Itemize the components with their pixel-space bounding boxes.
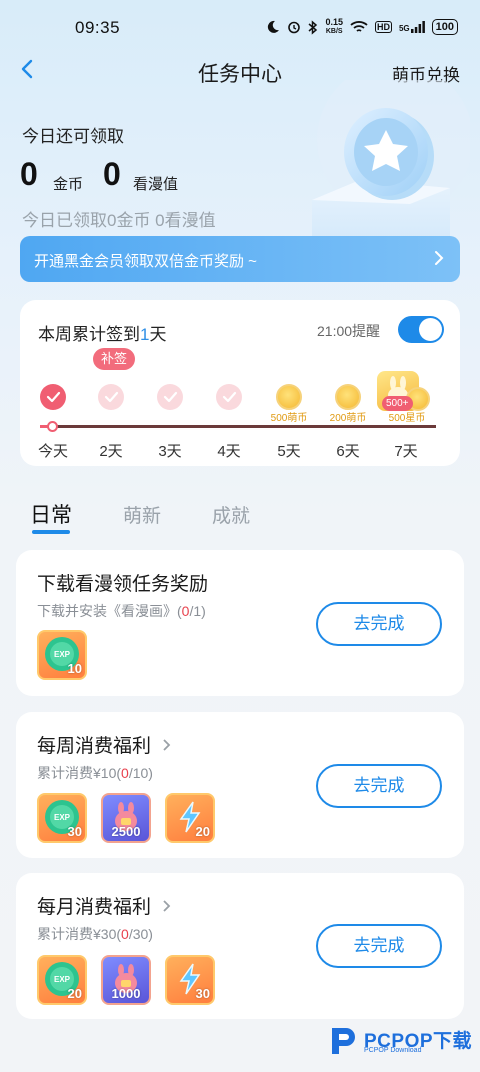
makeup-signin-badge[interactable]: 补签 <box>93 348 135 370</box>
toggle-knob <box>419 318 442 341</box>
day-label: 2天 <box>99 443 123 460</box>
signin-title: 本周累计签到1天 <box>38 325 167 344</box>
check-icon <box>163 391 178 403</box>
net-speed: 0.15 KB/S <box>325 17 343 36</box>
task-title: 下载看漫领任务奖励 <box>37 574 209 595</box>
day-label: 今天 <box>37 443 68 460</box>
go-complete-button[interactable]: 去完成 <box>316 602 442 646</box>
tab-achievement[interactable]: 成就 <box>212 501 250 528</box>
check-icon <box>104 391 119 403</box>
svg-text:EXP: EXP <box>54 650 71 659</box>
go-complete-button[interactable]: 去完成 <box>316 764 442 808</box>
watermark-subtext: PCPOP Download <box>364 1047 422 1054</box>
task-title[interactable]: 每周消费福利 <box>37 731 174 758</box>
day-reward: 500星币 <box>388 413 426 424</box>
status-time: 09:35 <box>75 18 121 37</box>
day-label: 3天 <box>158 443 182 460</box>
received-today: 今日已领取0金币 0看漫值 <box>22 211 216 230</box>
coin-icon <box>335 384 361 410</box>
tab-newbie[interactable]: 萌新 <box>123 501 161 528</box>
task-card: 每月消费福利 累计消费¥30(0/30) 去完成 EXP 20 1000 30 <box>16 873 464 1019</box>
active-tab-indicator <box>32 530 70 534</box>
day-2-check[interactable] <box>98 384 124 410</box>
exp-reward: EXP 20 <box>37 955 87 1005</box>
svg-text:EXP: EXP <box>54 813 71 822</box>
coin-icon <box>276 384 302 410</box>
wifi-icon <box>350 21 368 32</box>
star-coin-illustration <box>312 80 470 248</box>
chevron-right-icon <box>163 739 171 751</box>
day-reward: 200萌币 <box>329 413 367 424</box>
task-card: 下载看漫领任务奖励 下载并安装《看漫画》(0/1) 去完成 EXP 10 <box>16 550 464 696</box>
alarm-icon <box>288 21 301 34</box>
signin-track <box>40 425 436 428</box>
chevron-right-icon <box>435 251 444 265</box>
task-desc: 下载并安装《看漫画》(0/1) <box>37 603 206 619</box>
task-desc: 累计消费¥10(0/10) <box>37 765 153 781</box>
task-desc: 累计消费¥30(0/30) <box>37 926 153 942</box>
task-card: 每周消费福利 累计消费¥10(0/10) 去完成 EXP 30 2500 20 <box>16 712 464 858</box>
energy-reward: 30 <box>165 955 215 1005</box>
day-label: 4天 <box>217 443 241 460</box>
pcpop-logo-icon <box>332 1028 355 1054</box>
status-icons: 0.15 KB/S HD 5G 100 <box>266 16 458 38</box>
day-1-check <box>40 384 66 410</box>
reminder-toggle[interactable] <box>398 316 444 343</box>
signin-card: 本周累计签到1天 21:00提醒 补签 今天 2天 3天 4天 500萌币 5天… <box>20 300 460 466</box>
reminder-time: 21:00提醒 <box>317 323 381 339</box>
claimable-label: 今日还可领取 <box>22 127 124 146</box>
day-reward: 500萌币 <box>270 413 308 424</box>
day-4-check <box>216 384 242 410</box>
check-icon <box>46 391 61 403</box>
hd-badge: HD <box>374 21 392 33</box>
task-title[interactable]: 每月消费福利 <box>37 892 174 919</box>
view-points-unit: 看漫值 <box>133 176 179 193</box>
exp-reward: EXP 30 <box>37 793 87 843</box>
view-points-count: 0 <box>103 156 121 192</box>
go-complete-button[interactable]: 去完成 <box>316 924 442 968</box>
coins-unit: 金币 <box>53 176 84 193</box>
svg-text:EXP: EXP <box>54 975 71 984</box>
check-icon <box>222 391 237 403</box>
chevron-right-icon <box>163 900 171 912</box>
day-3-check <box>157 384 183 410</box>
tab-daily[interactable]: 日常 <box>30 499 72 529</box>
signal-icon: 5G <box>399 21 425 33</box>
day-label: 6天 <box>336 443 360 460</box>
coins-count: 0 <box>20 156 38 192</box>
exp-reward: EXP 10 <box>37 630 87 680</box>
day-label: 7天 <box>394 443 418 460</box>
vip-banner[interactable]: 开通黑金会员领取双倍金币奖励 ~ <box>20 236 460 282</box>
coin-reward: 1000 <box>101 955 151 1005</box>
coin-reward: 2500 <box>101 793 151 843</box>
energy-reward: 20 <box>165 793 215 843</box>
battery-icon: 100 <box>431 19 458 35</box>
moon-icon <box>268 20 280 33</box>
bluetooth-icon <box>308 19 318 35</box>
day-label: 5天 <box>277 443 301 460</box>
vip-banner-text: 开通黑金会员领取双倍金币奖励 ~ <box>34 253 257 270</box>
today-marker <box>47 421 58 432</box>
